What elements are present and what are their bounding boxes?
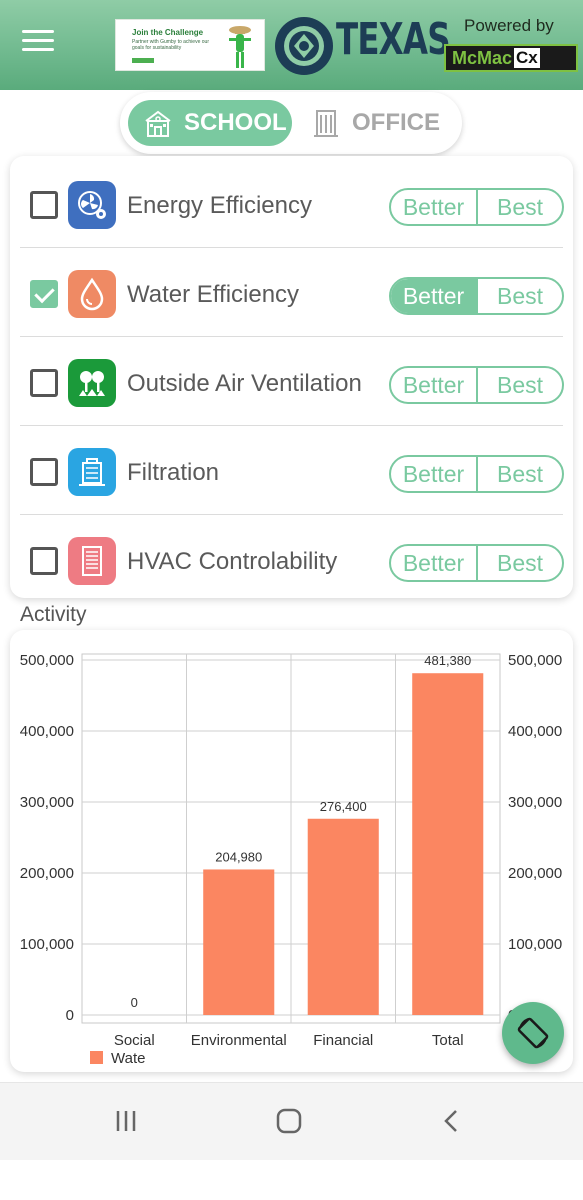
back-button[interactable]	[422, 1101, 482, 1141]
y-tick-right: 400,000	[508, 723, 562, 740]
y-tick-left: 200,000	[20, 865, 74, 882]
home-icon	[276, 1108, 302, 1134]
fan-gear-icon	[68, 181, 116, 229]
better-option[interactable]: Better	[391, 546, 478, 580]
better-option[interactable]: Better	[391, 279, 478, 313]
category-list: Energy Efficiency Better Best Water Effi…	[10, 156, 573, 598]
water-efficiency-checkbox[interactable]	[30, 280, 58, 308]
better-best-toggle: Better Best	[389, 277, 564, 315]
ad-subtitle: Partner with Gumby to achieve our goals …	[132, 39, 209, 51]
y-tick-left: 0	[66, 1007, 74, 1024]
bar	[307, 818, 379, 1015]
water-drop-icon	[68, 270, 116, 318]
x-tick-label: Environmental	[191, 1032, 287, 1049]
category-label: Energy Efficiency	[127, 192, 312, 219]
legend-swatch	[90, 1051, 103, 1064]
x-tick-label: Financial	[313, 1032, 373, 1049]
y-tick-left: 400,000	[20, 723, 74, 740]
filter-building-icon	[68, 448, 116, 496]
better-best-toggle: Better Best	[389, 188, 564, 226]
rotate-screen-button[interactable]	[502, 1002, 564, 1064]
school-label: SCHOOL	[184, 109, 287, 136]
category-label: Outside Air Ventilation	[127, 370, 362, 397]
powered-by-label: Powered by	[464, 16, 554, 35]
bar-value-label: 204,980	[215, 849, 262, 864]
bar	[412, 673, 484, 1015]
y-tick-right: 300,000	[508, 794, 562, 811]
activity-chart-card: 500,000 500,000 400,000 400,000 300,000 300,0…	[10, 630, 573, 1072]
best-option[interactable]: Best	[478, 368, 562, 402]
best-option[interactable]: Best	[478, 546, 562, 580]
brand-suffix: Cx	[514, 48, 540, 68]
bar	[203, 869, 275, 1015]
x-tick-label: Total	[432, 1032, 464, 1049]
category-label: Water Efficiency	[127, 281, 300, 308]
y-tick-right: 100,000	[508, 936, 562, 953]
best-option[interactable]: Best	[478, 190, 562, 224]
system-nav-bar	[0, 1082, 583, 1160]
usgbc-chapter-logo-icon	[275, 17, 333, 75]
category-label: HVAC Controlability	[127, 548, 338, 575]
y-tick-right: 500,000	[508, 652, 562, 669]
hvac-panel-icon	[68, 537, 116, 585]
y-tick-right: 200,000	[508, 865, 562, 882]
legend-label: Wate	[111, 1050, 145, 1067]
category-row-energy: Energy Efficiency Better Best	[10, 159, 573, 248]
category-label: Filtration	[127, 459, 220, 486]
recent-apps-button[interactable]	[96, 1101, 156, 1141]
category-row-ventilation: Outside Air Ventilation Better Best	[10, 337, 573, 426]
y-tick-left: 500,000	[20, 652, 74, 669]
category-row-water: Water Efficiency Better Best	[10, 248, 573, 337]
bar-value-label: 276,400	[320, 799, 367, 814]
category-row-hvac: HVAC Controlability Better Best	[10, 515, 573, 604]
better-option[interactable]: Better	[391, 457, 478, 491]
better-option[interactable]: Better	[391, 368, 478, 402]
filtration-checkbox[interactable]	[30, 458, 58, 486]
y-tick-left: 100,000	[20, 936, 74, 953]
gumby-figure-icon	[229, 26, 251, 68]
hvac-controlability-checkbox[interactable]	[30, 547, 58, 575]
back-chevron-icon	[444, 1110, 457, 1132]
recent-apps-icon	[116, 1111, 136, 1131]
school-button[interactable]: SCHOOL	[128, 100, 292, 146]
bar-value-label: 0	[131, 995, 138, 1010]
better-best-toggle: Better Best	[389, 366, 564, 404]
energy-efficiency-checkbox[interactable]	[30, 191, 58, 219]
ad-title: Join the Challenge	[132, 28, 204, 37]
mcmac-cx-logo: McMac Cx	[444, 44, 578, 72]
bar-value-label: 481,380	[424, 653, 471, 668]
outside-air-ventilation-checkbox[interactable]	[30, 369, 58, 397]
best-option[interactable]: Best	[478, 457, 562, 491]
brand-main: McMac	[452, 47, 513, 68]
better-option[interactable]: Better	[391, 190, 478, 224]
office-building-icon	[314, 110, 338, 137]
bottom-spacer	[0, 1160, 583, 1200]
best-option[interactable]: Best	[478, 279, 562, 313]
office-label: OFFICE	[352, 109, 440, 136]
x-tick-label: Social	[114, 1032, 155, 1049]
building-type-toggle: SCHOOL OFFICE	[120, 92, 462, 154]
screen-rotation-icon	[517, 1017, 549, 1049]
category-row-filtration: Filtration Better Best	[10, 426, 573, 515]
trees-icon	[68, 359, 116, 407]
texas-logo-text: TEXAS	[336, 14, 451, 65]
menu-icon[interactable]	[22, 24, 68, 64]
ad-banner[interactable]: Join the Challenge Partner with Gumby to…	[115, 19, 265, 71]
school-icon	[145, 110, 171, 137]
office-button[interactable]: OFFICE	[308, 100, 458, 146]
y-tick-left: 300,000	[20, 794, 74, 811]
better-best-toggle: Better Best	[389, 455, 564, 493]
ad-cta-bar	[132, 58, 154, 63]
home-button[interactable]	[259, 1101, 319, 1141]
activity-label: Activity	[20, 603, 87, 626]
better-best-toggle: Better Best	[389, 544, 564, 582]
activity-bar-chart: 500,000 500,000 400,000 400,000 300,000 300,0…	[20, 652, 562, 1067]
app-header: Join the Challenge Partner with Gumby to…	[0, 0, 583, 90]
